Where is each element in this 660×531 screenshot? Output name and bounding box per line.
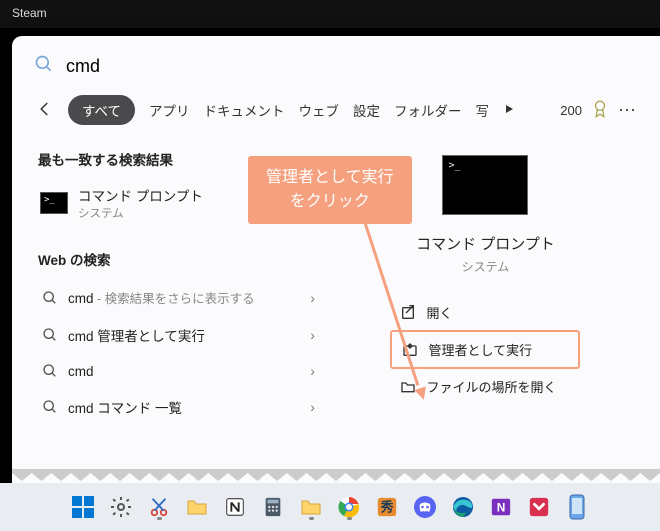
svg-text:N: N: [497, 501, 506, 515]
action-run-as-admin-label: 管理者として実行: [428, 340, 532, 359]
best-match-text: コマンド プロンプト システム: [78, 185, 203, 221]
folder-icon: [299, 495, 323, 519]
background-app-titlebar: Steam: [0, 0, 660, 28]
search-icon: [42, 290, 58, 306]
tab-documents[interactable]: ドキュメント: [204, 100, 285, 120]
open-icon: [400, 305, 416, 321]
taskbar-discord[interactable]: [410, 492, 440, 522]
rewards-score[interactable]: 200: [560, 103, 582, 118]
tab-photos[interactable]: 写: [476, 100, 490, 120]
web-result-term: cmd: [68, 364, 94, 379]
tab-folders[interactable]: フォルダー: [394, 100, 462, 120]
edge-icon: [451, 495, 475, 519]
taskbar-app-orange[interactable]: 秀: [372, 492, 402, 522]
search-tabs: すべて アプリ ドキュメント ウェブ 設定 フォルダー 写 200 ⋯: [12, 89, 660, 137]
taskbar-notion[interactable]: [220, 492, 250, 522]
calculator-icon: [262, 496, 284, 518]
web-result-3[interactable]: cmd コマンド 一覧 ›: [38, 388, 329, 426]
taskbar-calculator[interactable]: [258, 492, 288, 522]
preview-thumbnail: [442, 155, 528, 215]
taskbar-snipping[interactable]: [144, 492, 174, 522]
snipping-icon: [148, 496, 170, 518]
annotation-callout: 管理者として実行 をクリック: [248, 156, 412, 224]
action-open-label: 開く: [426, 303, 452, 322]
taskbar: 秀 N: [0, 483, 660, 531]
chevron-right-icon: ›: [310, 290, 325, 306]
web-result-term: cmd 管理者として実行: [68, 325, 205, 345]
windows-search-panel: すべて アプリ ドキュメント ウェブ 設定 フォルダー 写 200 ⋯ 最も一致…: [12, 36, 660, 473]
windows-logo-icon: [72, 496, 94, 518]
search-icon: [42, 327, 58, 343]
action-open-location-label: ファイルの場所を開く: [426, 377, 556, 396]
search-input-row: [12, 36, 660, 89]
web-result-term: cmd コマンド 一覧: [68, 397, 182, 417]
phone-icon: [568, 494, 586, 520]
tab-web[interactable]: ウェブ: [299, 100, 340, 120]
tab-all[interactable]: すべて: [68, 95, 135, 125]
chevron-right-icon: ›: [310, 327, 325, 343]
back-button[interactable]: [36, 100, 54, 121]
chevron-right-icon: ›: [310, 363, 325, 379]
search-icon: [34, 54, 54, 79]
tab-settings[interactable]: 設定: [353, 100, 380, 120]
web-result-2[interactable]: cmd ›: [38, 354, 329, 388]
taskbar-phone[interactable]: [562, 492, 592, 522]
action-open[interactable]: 開く: [390, 295, 580, 330]
pocket-icon: [528, 496, 550, 518]
search-icon: [42, 399, 58, 415]
background-app-title: Steam: [12, 6, 47, 20]
rewards-icon[interactable]: [592, 100, 608, 121]
chrome-icon: [337, 495, 361, 519]
web-result-suffix: - 検索結果をさらに表示する: [94, 292, 255, 306]
discord-icon: [413, 495, 437, 519]
web-result-1[interactable]: cmd 管理者として実行 ›: [38, 316, 329, 354]
taskbar-onenote[interactable]: N: [486, 492, 516, 522]
desktop: Steam すべて アプリ ドキュメント ウェブ 設定 フォルダー 写 200: [0, 0, 660, 531]
chevron-right-icon: ›: [310, 399, 325, 415]
taskbar-pocket[interactable]: [524, 492, 554, 522]
cmd-icon: [40, 192, 68, 214]
taskbar-chrome[interactable]: [334, 492, 364, 522]
annotation-line2: をクリック: [266, 190, 394, 214]
web-result-0[interactable]: cmd - 検索結果をさらに表示する ›: [38, 279, 329, 316]
torn-edge: [12, 469, 660, 483]
taskbar-explorer-2[interactable]: [296, 492, 326, 522]
preview-title: コマンド プロンプト: [416, 233, 555, 254]
search-input[interactable]: [66, 56, 638, 77]
best-match-title: コマンド プロンプト: [78, 185, 203, 205]
search-icon: [42, 363, 58, 379]
best-match-subtitle: システム: [78, 205, 203, 221]
taskbar-edge[interactable]: [448, 492, 478, 522]
preview-subtitle: システム: [462, 258, 510, 275]
taskbar-start[interactable]: [68, 492, 98, 522]
tabs-more-icon[interactable]: [503, 103, 515, 118]
notion-icon: [224, 496, 246, 518]
tab-apps[interactable]: アプリ: [149, 100, 190, 120]
tabs-right: 200 ⋯: [560, 100, 636, 121]
gear-icon: [109, 495, 133, 519]
section-web-search: Web の検索: [38, 249, 329, 269]
folder-icon: [185, 495, 209, 519]
svg-text:秀: 秀: [380, 500, 394, 515]
app-icon: 秀: [376, 496, 398, 518]
web-result-term: cmd: [68, 291, 94, 306]
overflow-menu-icon[interactable]: ⋯: [618, 100, 636, 121]
onenote-icon: N: [490, 496, 512, 518]
taskbar-settings[interactable]: [106, 492, 136, 522]
taskbar-explorer[interactable]: [182, 492, 212, 522]
action-run-as-admin[interactable]: 管理者として実行: [390, 330, 580, 369]
annotation-line1: 管理者として実行: [266, 166, 394, 190]
